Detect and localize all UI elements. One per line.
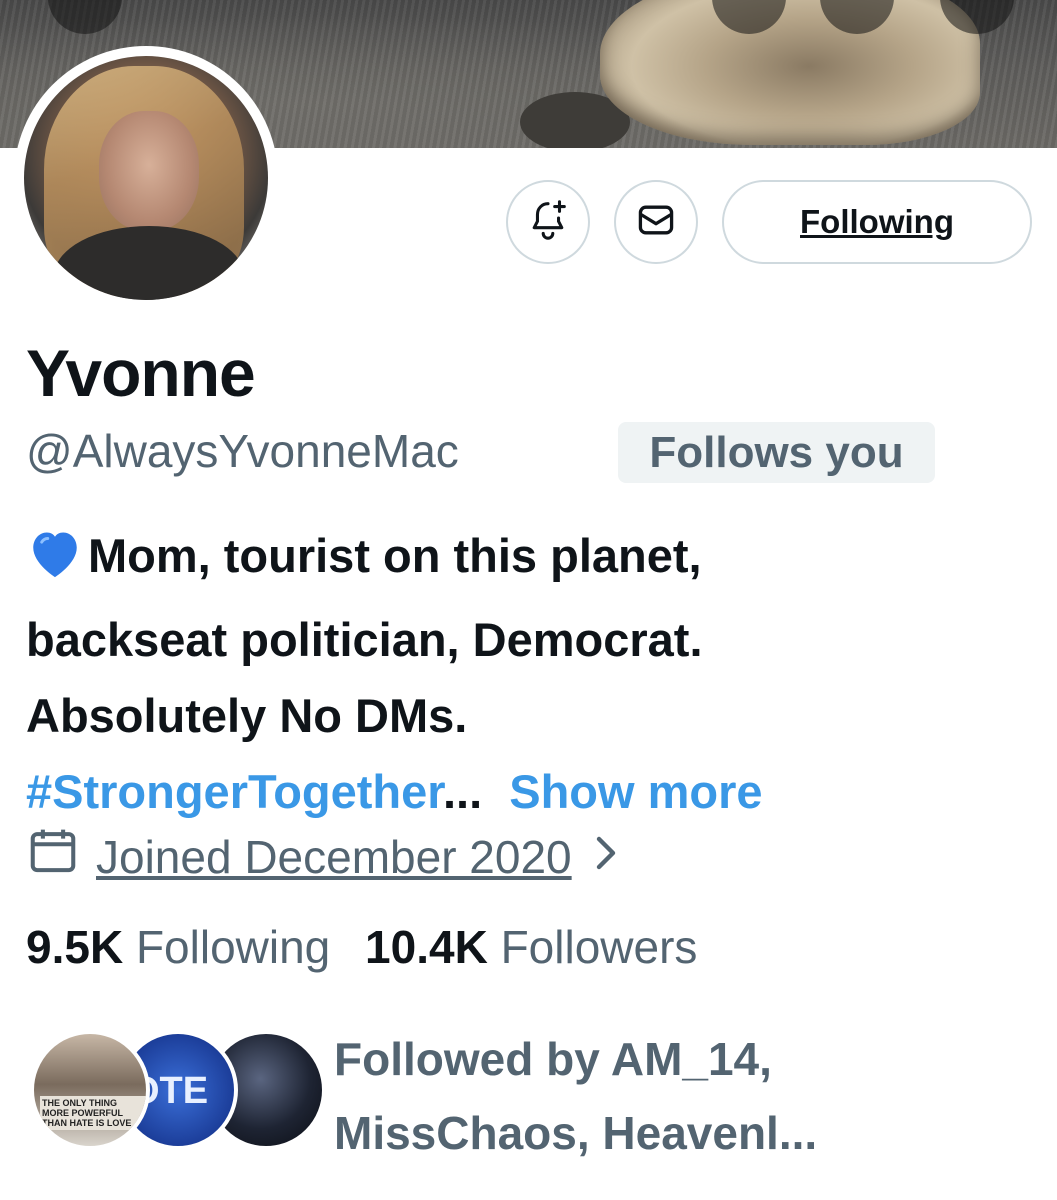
bio-ellipsis: ... [442,765,483,818]
notification-bell-add-icon [525,197,571,248]
calendar-icon [26,824,80,889]
chevron-right-icon[interactable] [590,830,620,884]
blue-heart-icon [26,526,88,602]
joined-date[interactable]: Joined December 2020 [96,830,572,884]
mutual-follower-avatars[interactable]: THE ONLY THING MORE POWERFUL THAN HATE I… [30,1030,326,1154]
followers-stat[interactable]: 10.4K Followers [365,921,697,973]
follows-you-badge: Follows you [618,422,935,483]
message-button[interactable] [614,180,698,264]
mutual-avatar-1-sign: THE ONLY THING MORE POWERFUL THAN HATE I… [40,1096,146,1130]
mutual-avatar-1: THE ONLY THING MORE POWERFUL THAN HATE I… [30,1030,150,1150]
avatar[interactable] [24,56,268,300]
bio-line-1: Mom, tourist on this planet, [26,518,1026,602]
joined-row[interactable]: Joined December 2020 [26,824,620,889]
hashtag-link[interactable]: #StrongerTogether [26,765,443,818]
followed-by-text[interactable]: Followed by AM_14, MissChaos, Heavenl... [334,1022,1014,1170]
avatar-face [99,111,199,231]
banner-log [600,0,980,145]
follow-stats: 9.5K Following 10.4K Followers [26,920,697,974]
notify-button[interactable] [506,180,590,264]
profile-bio: Mom, tourist on this planet, backseat po… [26,518,1026,830]
following-button[interactable]: Following [722,180,1032,264]
user-handle: @AlwaysYvonneMac [26,425,459,477]
bio-line-4: #StrongerTogether... Show more [26,754,1026,830]
bio-line-3: Absolutely No DMs. [26,689,468,742]
display-name: Yvonne [26,336,256,410]
message-envelope-icon [634,198,678,247]
show-more-link[interactable]: Show more [509,765,762,818]
following-stat[interactable]: 9.5K Following [26,921,330,973]
bio-line-2: backseat politician, Democrat. [26,613,703,666]
